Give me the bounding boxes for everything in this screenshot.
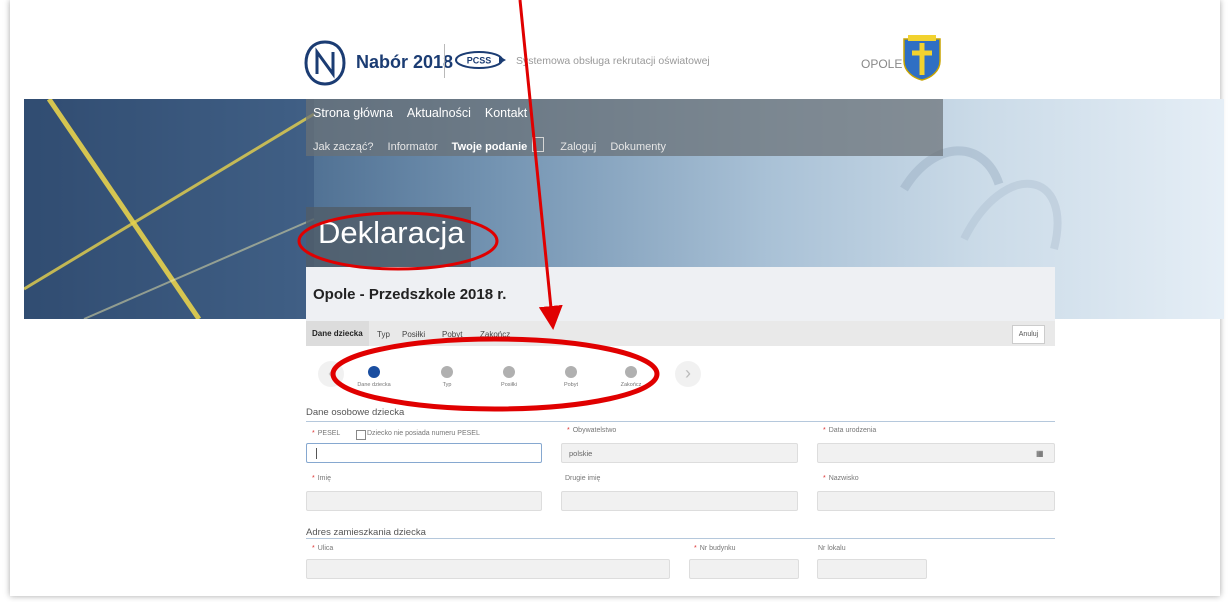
calendar-icon[interactable]: ▦ — [1036, 449, 1044, 458]
tab-typ[interactable]: Typ — [377, 330, 390, 339]
chevron-right-icon[interactable]: › — [675, 361, 701, 387]
step-label: Posiłki — [501, 382, 517, 388]
nav-zaloguj[interactable]: Zaloguj — [560, 141, 596, 153]
tab-dane-dziecka[interactable]: Dane dziecka — [306, 321, 369, 346]
step-dane-dziecka[interactable]: Dane dziecka — [349, 366, 399, 388]
header-divider — [444, 44, 445, 78]
section-divider — [306, 421, 1055, 422]
step-dot-active — [368, 366, 380, 378]
apartment-input[interactable] — [817, 559, 927, 579]
no-pesel-checkbox[interactable] — [356, 430, 366, 440]
required-marker: * — [694, 545, 697, 552]
step-label: Zakończ — [620, 382, 642, 388]
first-name-label-text: Imię — [317, 475, 331, 482]
step-label: Typ — [442, 382, 452, 388]
building-input[interactable] — [689, 559, 799, 579]
dob-input[interactable] — [817, 443, 1055, 463]
nav-twoje-podanie[interactable]: Twoje podanie — [452, 141, 528, 153]
section-divider — [306, 538, 1055, 539]
building-label-text: Nr budynku — [699, 545, 736, 552]
nabor-logo-icon — [304, 40, 346, 86]
nav-dokumenty[interactable]: Dokumenty — [610, 141, 666, 153]
nav-kontakt[interactable]: Kontakt — [485, 106, 527, 120]
last-name-label-text: Nazwisko — [828, 475, 859, 482]
nav-strona-glowna[interactable]: Strona główna — [313, 106, 393, 120]
required-marker: * — [823, 427, 826, 434]
required-marker: * — [312, 545, 315, 552]
tab-pobyt[interactable]: Pobyt — [442, 330, 462, 339]
street-label: * Ulica — [312, 545, 333, 552]
step-label: Dane dziecka — [357, 382, 391, 388]
required-marker: * — [312, 430, 315, 437]
pcss-logo-text: PCSS — [467, 56, 492, 66]
pesel-input[interactable] — [306, 443, 542, 463]
last-name-label: * Nazwisko — [823, 475, 859, 482]
cancel-button[interactable]: Anuluj — [1012, 325, 1045, 344]
second-name-label: Drugie imię — [565, 475, 601, 482]
citizenship-select[interactable]: polskie — [561, 443, 798, 463]
section-title-address: Adres zamieszkania dziecka — [306, 527, 426, 538]
street-input[interactable] — [306, 559, 670, 579]
panel-title: Opole - Przedszkole 2018 r. — [313, 286, 507, 303]
step-posilki[interactable]: Posiłki — [484, 366, 534, 388]
step-dot — [625, 366, 637, 378]
form-tabs: Dane dziecka Typ Posiłki Pobyt Zakończ — [306, 321, 1055, 346]
tab-posilki[interactable]: Posiłki — [402, 330, 425, 339]
required-marker: * — [567, 427, 570, 434]
step-typ[interactable]: Typ — [422, 366, 472, 388]
nav-informator[interactable]: Informator — [388, 141, 438, 153]
step-dot — [503, 366, 515, 378]
text-cursor — [316, 448, 317, 459]
step-dot — [441, 366, 453, 378]
city-name: OPOLE — [861, 57, 903, 71]
step-label: Pobyt — [563, 382, 579, 388]
dob-label-text: Data urodzenia — [828, 427, 877, 434]
sub-nav: Jak zacząć? Informator Twoje podanie Zalogu… — [313, 137, 680, 153]
step-dot — [565, 366, 577, 378]
building-label: * Nr budynku — [694, 545, 736, 552]
chevron-left-icon[interactable]: ‹ — [318, 361, 344, 387]
step-zakoncz[interactable]: Zakończ — [606, 366, 656, 388]
step-pobyt[interactable]: Pobyt — [546, 366, 596, 388]
apartment-label: Nr lokalu — [818, 545, 846, 552]
citizenship-label-text: Obywatelstwo — [572, 427, 617, 434]
page-title: Deklaracja — [318, 215, 465, 250]
document-icon — [532, 137, 545, 152]
required-marker: * — [823, 475, 826, 482]
nav-jak-zaczac[interactable]: Jak zacząć? — [313, 141, 374, 153]
city-crest-icon — [903, 35, 941, 81]
pesel-label: * PESEL — [312, 430, 340, 437]
header-tagline: Systemowa obsługa rekrutacji oświatowej — [516, 55, 710, 67]
second-name-input[interactable] — [561, 491, 798, 511]
citizenship-label: * Obywatelstwo — [567, 427, 616, 434]
nav-aktualnosci[interactable]: Aktualności — [407, 106, 471, 120]
no-pesel-label: Dziecko nie posiada numeru PESEL — [367, 430, 480, 437]
pesel-label-text: PESEL — [317, 430, 341, 437]
last-name-input[interactable] — [817, 491, 1055, 511]
first-name-input[interactable] — [306, 491, 542, 511]
tab-zakoncz[interactable]: Zakończ — [480, 330, 510, 339]
dob-label: * Data urodzenia — [823, 427, 876, 434]
pcss-logo: PCSS — [455, 51, 506, 69]
brand-title: Nabór 2018 — [356, 52, 454, 72]
main-nav: Strona główna Aktualności Kontakt — [313, 106, 541, 120]
first-name-label: * Imię — [312, 475, 331, 482]
section-title-personal: Dane osobowe dziecka — [306, 407, 405, 418]
street-label-text: Ulica — [317, 545, 334, 552]
required-marker: * — [312, 475, 315, 482]
